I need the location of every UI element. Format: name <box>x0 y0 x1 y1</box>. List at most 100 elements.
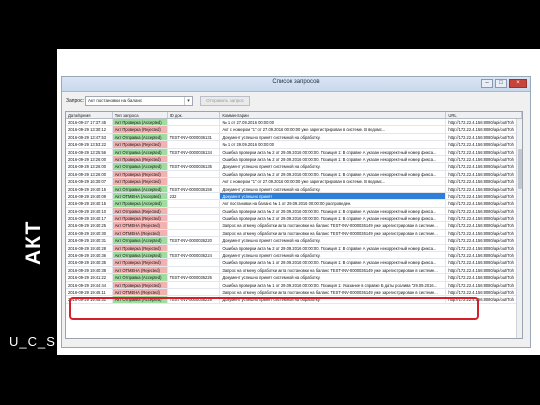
table-row[interactable]: 2016-09-29 13:30:12 Акт Проверка (Rejecte… <box>66 126 522 134</box>
cell-comment: Ошибка проверки акта № 2 от 29.09.2016 0… <box>220 244 447 252</box>
cell-request-type: Акт Проверка (Rejected) <box>112 155 168 163</box>
cell-doc-id <box>168 155 221 163</box>
cell-url: http://172.22.4.156:8080/api/out/Toh <box>446 215 522 222</box>
cell-doc-id: TEST-INV-0000036220 <box>168 237 221 244</box>
table-row[interactable]: 2016-09-29 19:45:11 Акт ОТМЕНА (Rejected)… <box>66 288 522 297</box>
cell-datetime: 2016-09-29 19:40:10 <box>66 207 113 215</box>
cell-comment: Документ успешно принят системной на обр… <box>220 252 447 259</box>
table-row[interactable]: 2016-09-29 19:41:22 Акт Отправка (Accepte… <box>66 274 522 282</box>
cell-doc-id <box>168 222 221 229</box>
column-header-request-type[interactable]: Тип запроса <box>113 112 168 118</box>
table-row[interactable]: 2016-09-29 19:40:30 Акт ОТМЕНА (Rejected)… <box>66 229 522 238</box>
cell-request-type: Акт ОТМЕНА (Rejected) <box>112 229 168 237</box>
cell-url: http://172.22.4.156:8080/api/out/Toh <box>446 222 522 229</box>
column-header-datetime[interactable]: Дата/время <box>66 112 113 118</box>
cell-request-type: Акт Проверка (Rejected) <box>112 170 168 178</box>
cell-datetime: 2016-09-29 19:40:30 <box>66 229 113 237</box>
cell-request-type: Акт Отправка (Accepted) <box>112 163 168 170</box>
table-row[interactable]: 2016-09-27 17:37:45 Акт Проверка (Accepte… <box>66 119 522 127</box>
cell-url: http://172.22.4.156:8080/api/out/Toh <box>446 170 522 178</box>
minimize-button[interactable]: – <box>481 79 493 88</box>
table-row[interactable]: 2016-09-29 19:40:36 Акт Отправка (Accepte… <box>66 252 522 260</box>
table-row[interactable]: 2016-09-29 19:45:31 Акт Отправка (Accepte… <box>66 296 522 304</box>
cell-datetime: 2016-09-29 13:26:00 <box>66 163 113 170</box>
request-label: Запрос: <box>66 98 84 104</box>
cell-datetime: 2016-09-29 13:26:00 <box>66 155 113 163</box>
window-titlebar[interactable]: Список запросов – □ × <box>62 77 530 92</box>
table-row[interactable]: 2016-09-29 13:26:00 Акт Проверка (Rejecte… <box>66 155 522 164</box>
cell-comment: Ошибка проверки акта № 1 от 29.09.2016 0… <box>220 281 447 288</box>
cell-request-type: Акт Проверка (Rejected) <box>112 259 168 266</box>
cell-request-type: Акт Отправка (Accepted) <box>112 237 168 244</box>
cell-request-type: Акт Отправка (Accepted) <box>112 252 168 259</box>
cell-doc-id: TEST-INV-0000036131 <box>168 133 221 141</box>
cell-comment: Запрос на отмену обработки акта постанов… <box>220 229 447 237</box>
table-row[interactable]: 2016-09-29 13:53:22 Акт Проверка (Rejecte… <box>66 141 522 149</box>
cell-datetime: 2016-09-29 19:40:28 <box>66 244 113 252</box>
cell-url: http://172.22.4.156:8080/api/out/Toh <box>446 148 522 155</box>
cell-request-type: Акт Проверка (Rejected) <box>112 215 168 222</box>
table-row[interactable]: 2016-09-29 19:40:15 Акт Отправка (Accepte… <box>66 185 522 193</box>
cell-comment: Акт с номером "1" от 27.09.2016 00:00:00… <box>220 126 447 133</box>
cell-url: http://172.22.4.156:8080/api/out/Toh <box>446 185 522 192</box>
cell-doc-id <box>168 141 221 148</box>
cell-request-type: Акт ОТМЕНА (Rejected) <box>112 288 168 296</box>
table-row[interactable]: 2016-09-29 19:40:38 Акт ОТМЕНА (Rejected)… <box>66 266 522 275</box>
table-row[interactable]: 2016-09-29 19:40:17 Акт Проверка (Rejecte… <box>66 215 522 223</box>
cell-datetime: 2016-09-29 19:40:35 <box>66 259 113 266</box>
table-row[interactable]: 2016-09-29 19:40:31 Акт Отправка (Accepte… <box>66 237 522 245</box>
column-header-doc-id[interactable]: ID док. <box>168 112 221 118</box>
cell-comment: Ошибка проверки акта № 2 от 29.09.2016 0… <box>220 155 447 163</box>
table-row[interactable]: 2016-09-29 16:30:07 Акт Проверка (Rejecte… <box>66 178 522 186</box>
cell-comment: Документ успешно принят системной на обр… <box>220 274 447 281</box>
cell-comment: Запрос на отмену обработки акта постанов… <box>220 288 447 296</box>
cell-url: http://172.22.4.156:8080/api/out/Toh <box>446 133 522 141</box>
table-row[interactable]: 2016-09-29 13:25:56 Акт Отправка (Accepte… <box>66 148 522 156</box>
cell-doc-id <box>168 215 221 222</box>
table-row[interactable]: 2016-09-29 13:47:53 Акт Отправка (Accepte… <box>66 133 522 142</box>
table-row[interactable]: 2016-09-29 19:44:44 Акт Проверка (Rejecte… <box>66 281 522 289</box>
cell-comment: Акт с номером "1" от 27.09.2016 00:00:00… <box>220 178 447 185</box>
request-type-select[interactable]: Акт постановки на баланс ▾ <box>85 96 193 106</box>
cell-datetime: 2016-09-29 19:40:36 <box>66 252 113 259</box>
slide-area: Список запросов – □ × Запрос: Акт постан… <box>57 49 540 355</box>
table-row[interactable]: 2016-09-29 13:26:00 Акт Проверка (Rejecte… <box>66 170 522 179</box>
scrollbar-thumb[interactable] <box>518 149 522 189</box>
maximize-button[interactable]: □ <box>495 79 507 88</box>
cell-datetime: 2016-09-29 13:47:53 <box>66 133 113 141</box>
cell-datetime: 2016-09-29 19:40:09 <box>66 192 113 200</box>
table-row[interactable]: 2016-09-29 19:40:10 Акт Отправка (Rejecte… <box>66 207 522 216</box>
cell-url: http://172.22.4.156:8080/api/out/Toh <box>446 126 522 133</box>
table-row[interactable]: 2016-09-29 19:40:09 Акт ОТМЕНА (Accepted)… <box>66 192 522 201</box>
table-row[interactable]: 2016-09-29 13:26:00 Акт Отправка (Accepte… <box>66 163 522 171</box>
cell-datetime: 2016-09-29 16:30:07 <box>66 178 113 185</box>
chevron-down-icon[interactable]: ▾ <box>184 97 192 105</box>
cell-doc-id <box>168 170 221 178</box>
cell-comment: Ошибка проверки акта № 2 от 29.09.2016 0… <box>220 207 447 215</box>
cell-comment: Документ успешно принят <box>220 192 447 200</box>
cell-request-type: Акт ОТМЕНА (Accepted) <box>112 192 168 200</box>
cell-comment: № 1 от 29.09.2016 00:00:00 <box>220 141 447 148</box>
send-request-button[interactable]: Отправить запрос <box>200 96 250 106</box>
table-row[interactable]: 2016-09-29 19:40:28 Акт Проверка (Rejecte… <box>66 244 522 253</box>
cell-doc-id <box>168 288 221 296</box>
close-button[interactable]: × <box>509 79 527 88</box>
column-header-comments[interactable]: Комментарии <box>220 112 447 118</box>
column-header-url[interactable]: URL <box>446 112 522 118</box>
cell-url: http://172.22.4.156:8080/api/out/Toh <box>446 155 522 163</box>
cell-doc-id: TEST-INV-0000036229 <box>168 296 221 303</box>
cell-request-type: Акт Отправка (Accepted) <box>112 148 168 155</box>
vertical-scrollbar[interactable] <box>516 119 522 338</box>
cell-url: http://172.22.4.156:8080/api/out/Toh <box>446 178 522 185</box>
request-type-value: Акт постановки на баланс <box>88 98 143 103</box>
cell-datetime: 2016-09-29 13:53:22 <box>66 141 113 148</box>
cell-datetime: 2016-09-29 19:45:31 <box>66 296 113 303</box>
cell-request-type: Акт Отправка (Accepted) <box>112 185 168 192</box>
cell-url: http://172.22.4.156:8080/api/out/Toh <box>446 119 522 126</box>
slide-title: АКТ <box>22 220 45 265</box>
table-row[interactable]: 2016-09-29 19:40:35 Акт Проверка (Rejecte… <box>66 259 522 267</box>
table-row[interactable]: 2016-09-29 19:40:15 Акт Проверка (Accepte… <box>66 200 522 208</box>
table-row[interactable]: 2016-09-29 19:40:25 Акт ОТМЕНА (Rejected)… <box>66 222 522 230</box>
cell-url: http://172.22.4.156:8080/api/out/Toh <box>446 229 522 237</box>
cell-comment: Документ успешно принят системной на обр… <box>220 163 447 170</box>
